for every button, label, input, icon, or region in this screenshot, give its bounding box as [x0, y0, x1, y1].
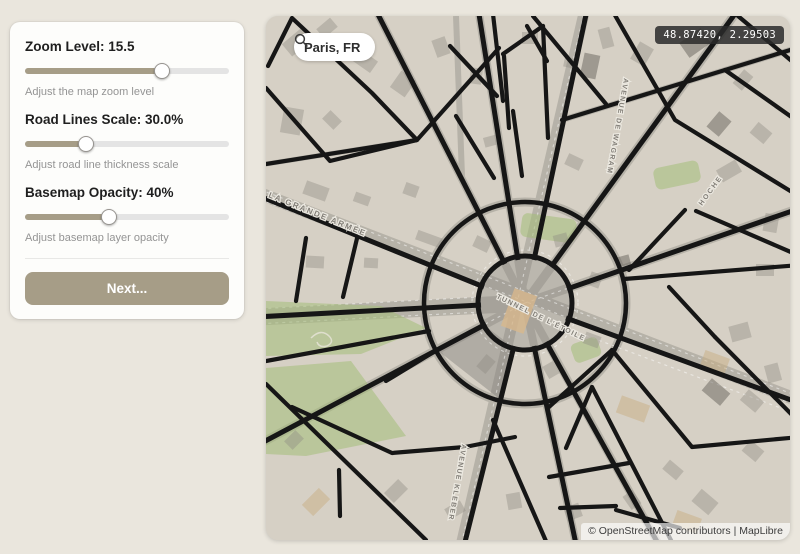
controls-panel: Zoom Level: 15.5 Adjust the map zoom lev… — [10, 22, 244, 319]
basemap-opacity-label: Basemap Opacity: 40% — [25, 185, 174, 200]
slider-fill — [25, 68, 162, 74]
slider-fill — [25, 214, 109, 220]
slider-track — [25, 68, 229, 74]
map-canvas[interactable]: LA GRANDE ARMÉE TUNNEL DE L'ÉTOILE AVENU… — [266, 16, 790, 540]
next-button[interactable]: Next... — [25, 272, 229, 305]
zoom-level-slider[interactable] — [25, 63, 229, 79]
zoom-level-label: Zoom Level: 15.5 — [25, 39, 135, 54]
search-box[interactable]: Paris, FR — [294, 33, 376, 61]
slider-fill — [25, 141, 87, 147]
road-lines-scale-slider[interactable] — [25, 136, 229, 152]
zoom-level-desc: Adjust the map zoom level — [25, 86, 155, 98]
slider-thumb[interactable] — [153, 63, 170, 79]
slider-track — [25, 214, 229, 220]
slider-thumb[interactable] — [100, 209, 117, 225]
road-lines-scale-label: Road Lines Scale: 30.0% — [25, 112, 184, 127]
basemap-opacity-desc: Adjust basemap layer opacity — [25, 232, 169, 244]
slider-track — [25, 141, 229, 147]
map-attribution[interactable]: © OpenStreetMap contributors | MapLibre — [581, 523, 790, 540]
app: Zoom Level: 15.5 Adjust the map zoom lev… — [0, 0, 800, 554]
slider-thumb[interactable] — [78, 136, 95, 152]
road-lines-scale-desc: Adjust road line thickness scale — [25, 159, 179, 171]
search-value: Paris, FR — [304, 39, 361, 55]
search-icon — [294, 33, 308, 47]
divider — [25, 258, 229, 259]
basemap-opacity-slider[interactable] — [25, 209, 229, 225]
map-container[interactable]: LA GRANDE ARMÉE TUNNEL DE L'ÉTOILE AVENU… — [266, 16, 790, 540]
coordinates-badge: 48.87420, 2.29503 — [655, 26, 784, 44]
